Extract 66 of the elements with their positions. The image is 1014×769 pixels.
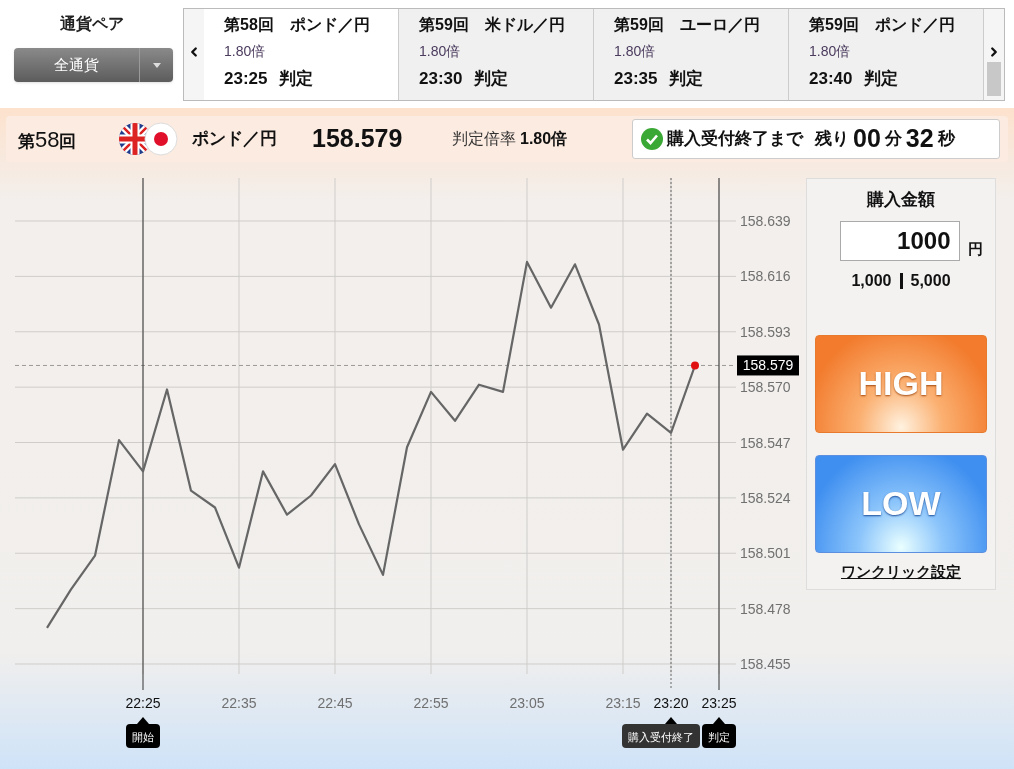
- x-tick-label: 23:20: [653, 695, 689, 711]
- seconds-value: 32: [905, 123, 934, 155]
- y-tick-label: 158.547: [740, 434, 791, 451]
- countdown-label: 購入受付終了まで: [667, 128, 803, 151]
- y-tick-label: 158.524: [740, 489, 791, 506]
- y-tick-label: 158.455: [740, 656, 791, 672]
- expiry-label: 判定: [474, 68, 509, 90]
- currency-pair: ポンド／円: [192, 128, 278, 151]
- payout-rate: 1.80倍: [614, 42, 657, 61]
- round-prefix: 第: [18, 130, 35, 153]
- caret-icon: [152, 62, 161, 68]
- x-tick-label: 23:15: [605, 695, 641, 711]
- one-click-settings-link[interactable]: ワンクリック設定: [841, 560, 961, 583]
- payout-rate: 1.80倍: [419, 42, 462, 61]
- y-tick-label: 158.478: [740, 600, 791, 617]
- amount-preset[interactable]: 5,000: [910, 268, 951, 293]
- amount-field[interactable]: 1000: [839, 220, 960, 261]
- expiry-label: 判定: [279, 68, 314, 90]
- minutes-value: 00: [853, 123, 881, 155]
- expiry-time: 23:30: [419, 68, 463, 90]
- payout-label: 判定倍率: [452, 129, 516, 149]
- time-marker-label: 判定: [702, 717, 736, 748]
- x-tick-label: 22:45: [317, 695, 353, 711]
- round-title: 第59回 ポンド／円: [809, 15, 956, 35]
- x-tick-label: 23:25: [701, 695, 737, 711]
- x-tick-label: 22:35: [221, 695, 257, 711]
- check-circle-icon: [641, 128, 663, 150]
- expiry-label: 判定: [669, 68, 704, 90]
- amount-preset[interactable]: 1,000: [851, 268, 892, 293]
- currency-pair-label: 通貨ペア: [59, 14, 124, 34]
- x-tick-label: 22:55: [413, 695, 449, 711]
- round-title: 第58回 ポンド／円: [224, 15, 371, 35]
- expiry-time: 23:40: [809, 68, 853, 90]
- round-card[interactable]: 第58回 ポンド／円 1.80倍 23:25 判定: [204, 9, 399, 100]
- x-tick-label: 23:05: [509, 695, 545, 711]
- ref-line-label: 158.579: [742, 357, 794, 374]
- currency-unit: 円: [967, 239, 983, 259]
- payout-rate: 1.80倍: [809, 42, 852, 61]
- japan-flag-icon: [144, 122, 178, 156]
- remaining-label: 残り: [815, 128, 849, 151]
- previous-button[interactable]: [184, 9, 204, 100]
- y-tick-label: 158.501: [740, 545, 791, 562]
- time-marker-label: 開始: [126, 717, 160, 748]
- expiry-time: 23:35: [614, 68, 658, 90]
- currency-dropdown[interactable]: 全通貨: [14, 48, 173, 82]
- y-tick-label: 158.639: [740, 213, 791, 229]
- expiry-label: 判定: [864, 68, 899, 90]
- payout-rate: 1.80倍: [224, 42, 267, 61]
- current-price-tag: 158.579: [737, 355, 799, 376]
- y-tick-label: 158.570: [740, 379, 791, 396]
- x-tick-label: 22:25: [125, 695, 161, 711]
- time-marker-label: 購入受付終了: [622, 717, 700, 748]
- scrollbar-thumb[interactable]: [987, 62, 1001, 96]
- round-suffix: 回: [59, 130, 77, 153]
- y-tick-label: 158.593: [740, 323, 791, 340]
- current-price-dot: [691, 361, 699, 370]
- seconds-unit: 秒: [937, 128, 955, 151]
- expiry-time: 23:25: [224, 68, 268, 90]
- minutes-unit: 分: [884, 128, 902, 151]
- y-tick-label: 158.616: [740, 268, 791, 285]
- payout-rate: 1.80倍: [520, 129, 568, 149]
- round-number: 58: [35, 125, 60, 154]
- round-title: 第59回 米ドル／円: [419, 15, 566, 35]
- current-price: 158.579: [312, 123, 404, 155]
- round-title: 第59回 ユーロ／円: [614, 15, 761, 35]
- amount-label: 購入金額: [867, 189, 935, 211]
